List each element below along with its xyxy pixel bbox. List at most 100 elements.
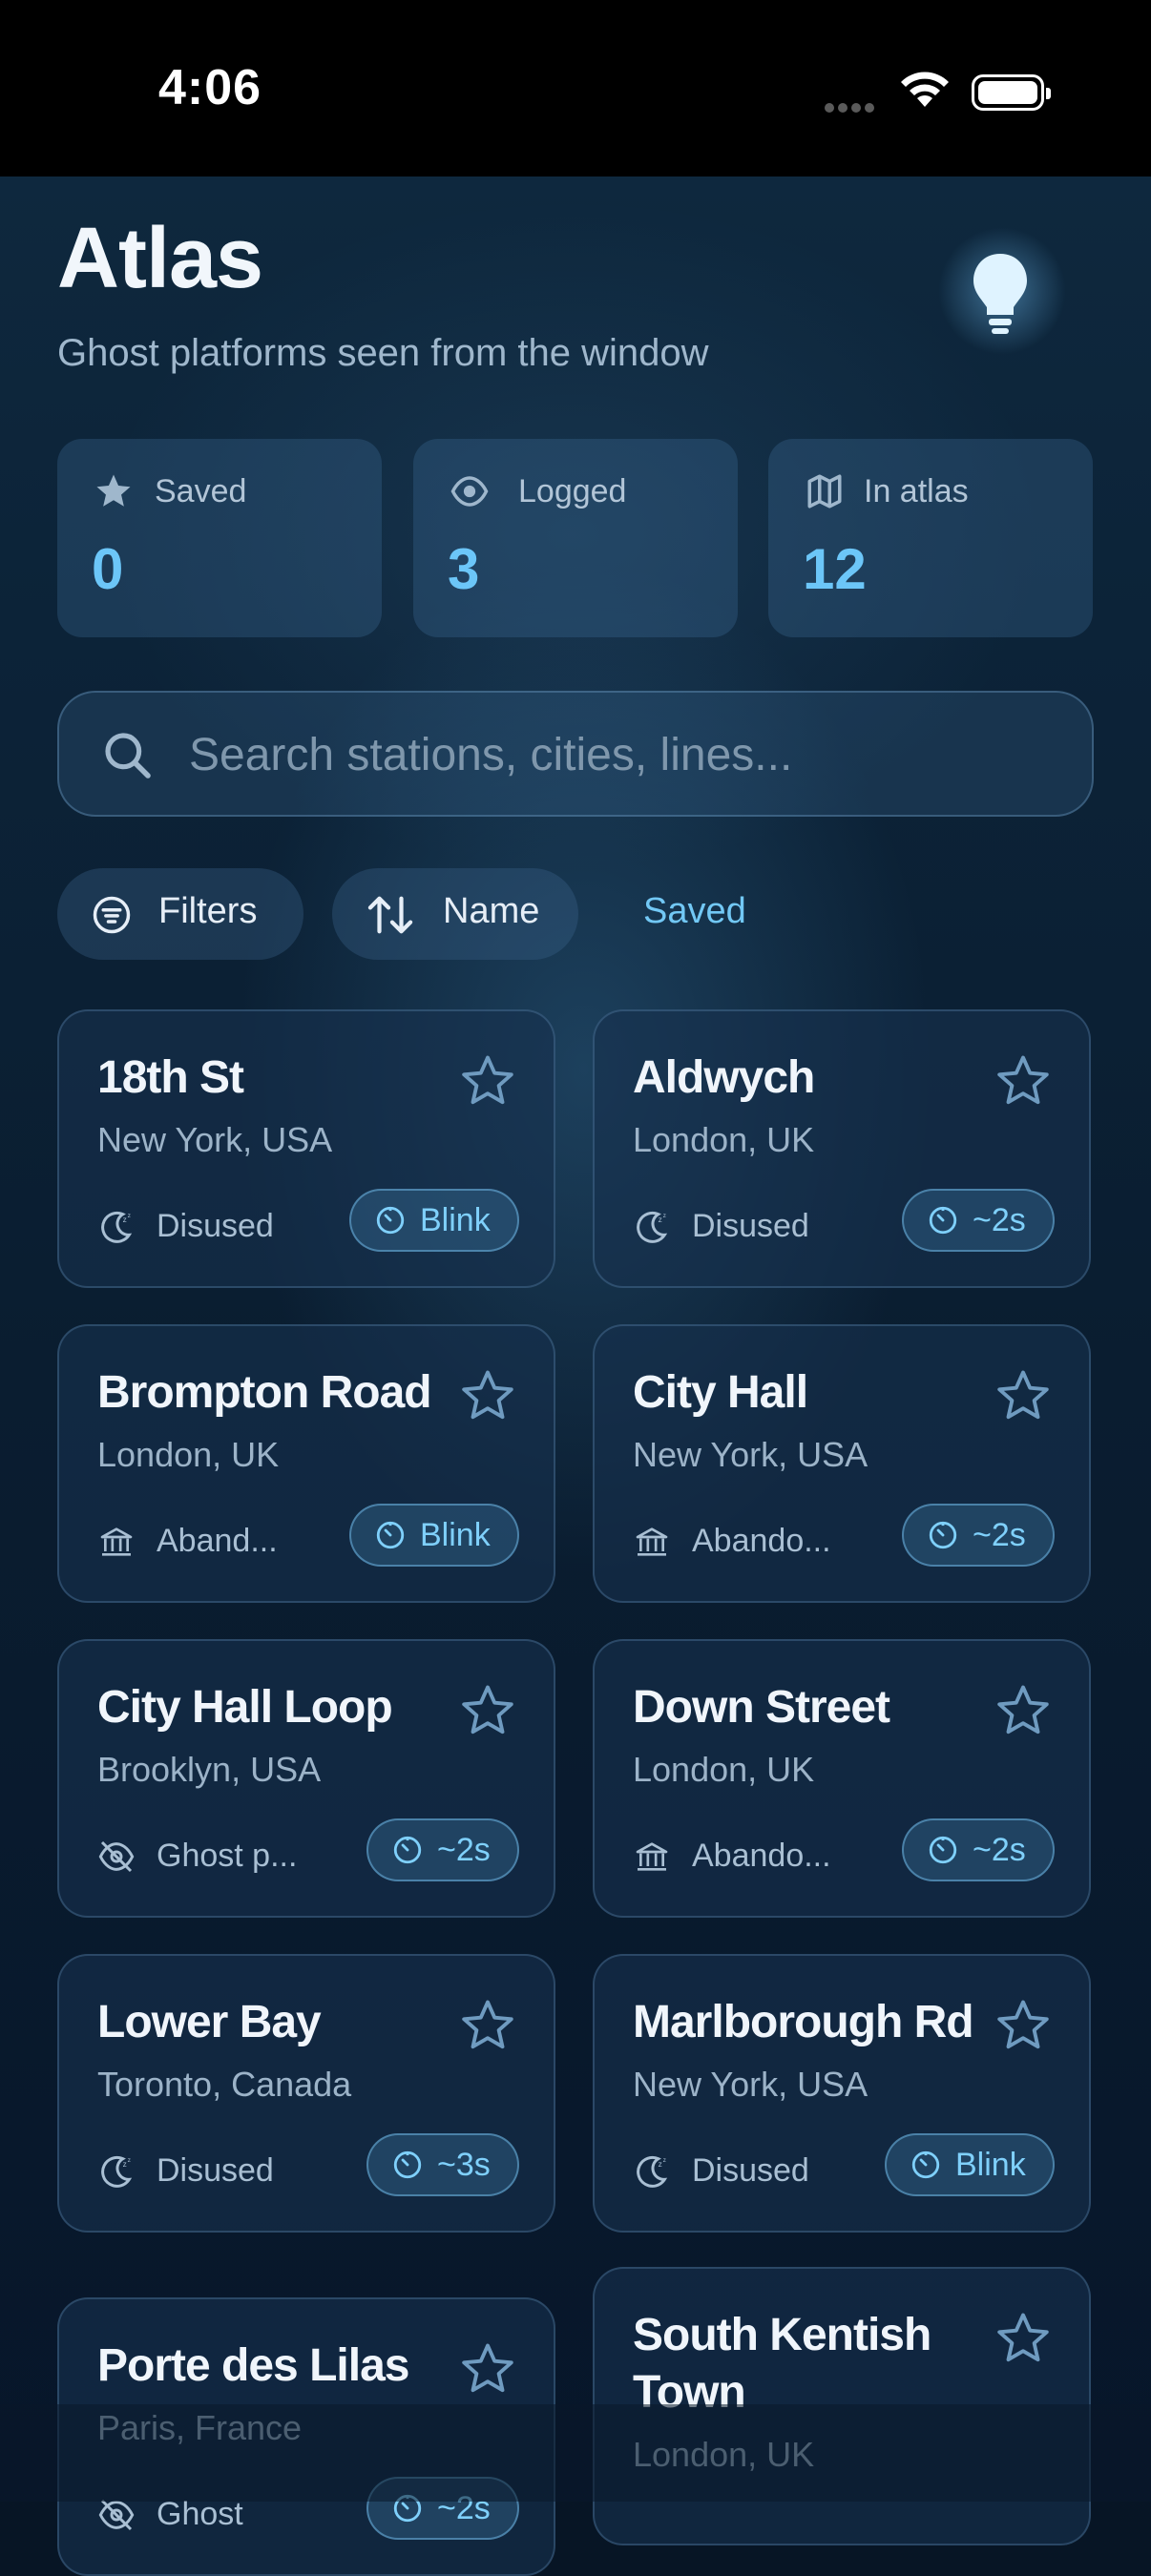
- eye-icon: [450, 476, 489, 507]
- filters-label: Filters: [158, 891, 258, 931]
- favorite-star-icon[interactable]: [994, 1366, 1053, 1425]
- stat-in-atlas[interactable]: In atlas 12: [768, 439, 1093, 637]
- duration-text: Blink: [420, 1517, 491, 1553]
- station-location: Brooklyn, USA: [97, 1750, 322, 1789]
- duration-text: ~2s: [973, 1517, 1026, 1553]
- duration-text: Blink: [420, 1202, 491, 1238]
- cellular-icon: [825, 100, 884, 113]
- station-location: New York, USA: [633, 2065, 868, 2104]
- station-name: City Hall Loop: [97, 1682, 393, 1733]
- stat-value: 3: [448, 537, 480, 601]
- station-name: Brompton Road: [97, 1367, 432, 1418]
- svg-text:z: z: [123, 1215, 127, 1224]
- svg-text:z: z: [663, 2157, 666, 2164]
- moon-icon: zz: [637, 1211, 668, 1243]
- station-location: London, UK: [633, 1750, 815, 1789]
- search-icon: [105, 733, 151, 779]
- building-icon: [636, 1527, 668, 1556]
- duration-text: Blink: [955, 2147, 1026, 2183]
- timer-icon: [929, 1521, 957, 1549]
- station-card[interactable]: 18th St New York, USA z z Disused Blink: [57, 1009, 555, 1288]
- filter-icon: [93, 896, 131, 934]
- station-card[interactable]: Brompton Road London, UK Aband... Blink: [57, 1324, 555, 1603]
- duration-text: ~2s: [973, 1832, 1026, 1868]
- station-name: Porte des Lilas: [97, 2340, 409, 2391]
- moon-icon: zz: [637, 2155, 668, 2188]
- search-input[interactable]: [187, 716, 1050, 794]
- stat-value: 0: [92, 537, 124, 601]
- saved-filter-link[interactable]: Saved: [643, 891, 746, 932]
- favorite-star-icon[interactable]: [458, 1051, 517, 1111]
- duration-badge: ~3s: [366, 2133, 519, 2196]
- svg-text:z: z: [659, 1215, 662, 1224]
- duration-badge: Blink: [349, 1189, 519, 1252]
- duration-badge: Blink: [349, 1504, 519, 1567]
- favorite-star-icon[interactable]: [458, 1366, 517, 1425]
- favorite-star-icon[interactable]: [458, 1996, 517, 2055]
- station-name: Down Street: [633, 1682, 890, 1733]
- station-status: Ghost p...: [157, 1838, 298, 1874]
- wifi-icon: [901, 72, 949, 107]
- duration-text: ~2s: [437, 1832, 491, 1868]
- favorite-star-icon[interactable]: [994, 1051, 1053, 1111]
- station-location: London, UK: [633, 1120, 815, 1159]
- station-location: New York, USA: [633, 1435, 868, 1474]
- favorite-star-icon[interactable]: [458, 2339, 517, 2399]
- svg-text:z: z: [663, 1213, 666, 1219]
- station-location: Toronto, Canada: [97, 2065, 352, 2104]
- station-status: Abando...: [692, 1838, 831, 1874]
- search-bar[interactable]: [57, 691, 1094, 817]
- station-card[interactable]: Lower Bay Toronto, Canada z z Disused ~3s: [57, 1954, 555, 2233]
- station-status: Disused: [692, 1208, 809, 1244]
- station-status: Disused: [157, 1208, 274, 1244]
- duration-badge: ~2s: [366, 2477, 519, 2540]
- timer-icon: [393, 1836, 422, 1864]
- timer-icon: [911, 2150, 940, 2179]
- building-icon: [100, 1527, 133, 1556]
- eye-off-icon: [98, 2499, 135, 2531]
- station-location: London, UK: [97, 1435, 280, 1474]
- timer-icon: [929, 1206, 957, 1235]
- stat-logged[interactable]: Logged 3: [413, 439, 738, 637]
- lightbulb-icon[interactable]: [962, 246, 1038, 342]
- station-location: London, UK: [633, 2435, 815, 2474]
- svg-text:z: z: [128, 2157, 131, 2164]
- building-icon: [636, 1842, 668, 1871]
- station-name: City Hall: [633, 1367, 808, 1418]
- station-status: Disused: [157, 2152, 274, 2189]
- favorite-star-icon[interactable]: [458, 1681, 517, 1740]
- station-card[interactable]: Down Street London, UK Abando... ~2s: [593, 1639, 1091, 1918]
- station-status: Aband...: [157, 1523, 278, 1559]
- status-bar: 4:06: [0, 0, 1151, 177]
- station-name: 18th St: [97, 1052, 244, 1103]
- stat-saved[interactable]: Saved 0: [57, 439, 382, 637]
- map-icon: [807, 474, 842, 509]
- stat-label: Saved: [155, 473, 247, 509]
- filters-button[interactable]: Filters: [57, 868, 303, 960]
- station-card[interactable]: City Hall Loop Brooklyn, USA Ghost p... ~2s: [57, 1639, 555, 1918]
- station-status: Abando...: [692, 1523, 831, 1559]
- duration-badge: ~2s: [902, 1189, 1055, 1252]
- svg-text:z: z: [659, 2159, 662, 2169]
- favorite-star-icon[interactable]: [994, 1681, 1053, 1740]
- timer-icon: [376, 1521, 405, 1549]
- svg-text:z: z: [123, 2159, 127, 2169]
- station-card[interactable]: City Hall New York, USA Abando... ~2s: [593, 1324, 1091, 1603]
- battery-icon: [972, 74, 1051, 111]
- station-location: New York, USA: [97, 1120, 333, 1159]
- timer-icon: [376, 1206, 405, 1235]
- station-card[interactable]: Marlborough Rd New York, USA z z Disused Blin…: [593, 1954, 1091, 2233]
- duration-badge: Blink: [885, 2133, 1055, 2196]
- timer-icon: [393, 2150, 422, 2179]
- station-card[interactable]: Aldwych London, UK z z Disused ~2s: [593, 1009, 1091, 1288]
- sort-icon: [367, 896, 413, 934]
- stat-label: Logged: [518, 473, 627, 509]
- sort-button[interactable]: Name: [332, 868, 578, 960]
- station-card[interactable]: Porte des Lilas Paris, France Ghost ~2s: [57, 2297, 555, 2576]
- stat-label: In atlas: [864, 473, 969, 509]
- duration-text: ~2s: [437, 2490, 491, 2526]
- timer-icon: [929, 1836, 957, 1864]
- station-card[interactable]: South Kentish Town London, UK: [593, 2267, 1091, 2545]
- favorite-star-icon[interactable]: [994, 1996, 1053, 2055]
- favorite-star-icon[interactable]: [994, 2309, 1053, 2368]
